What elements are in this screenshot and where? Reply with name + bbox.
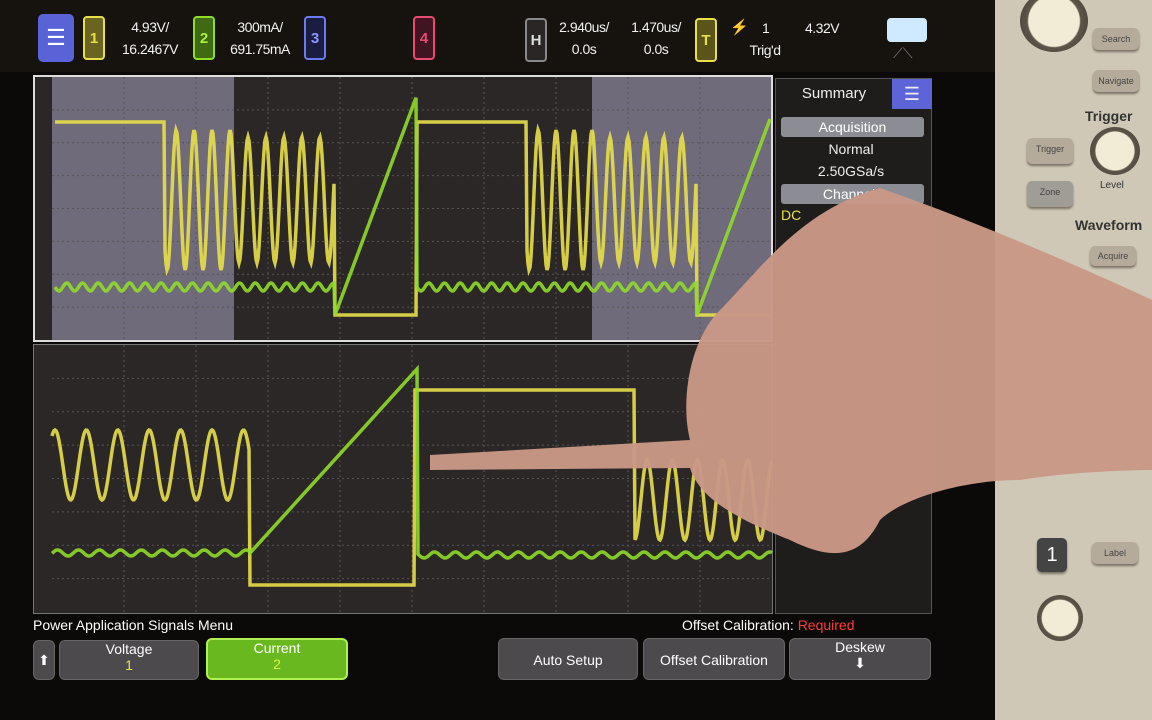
hand-pointing [430, 188, 1152, 554]
